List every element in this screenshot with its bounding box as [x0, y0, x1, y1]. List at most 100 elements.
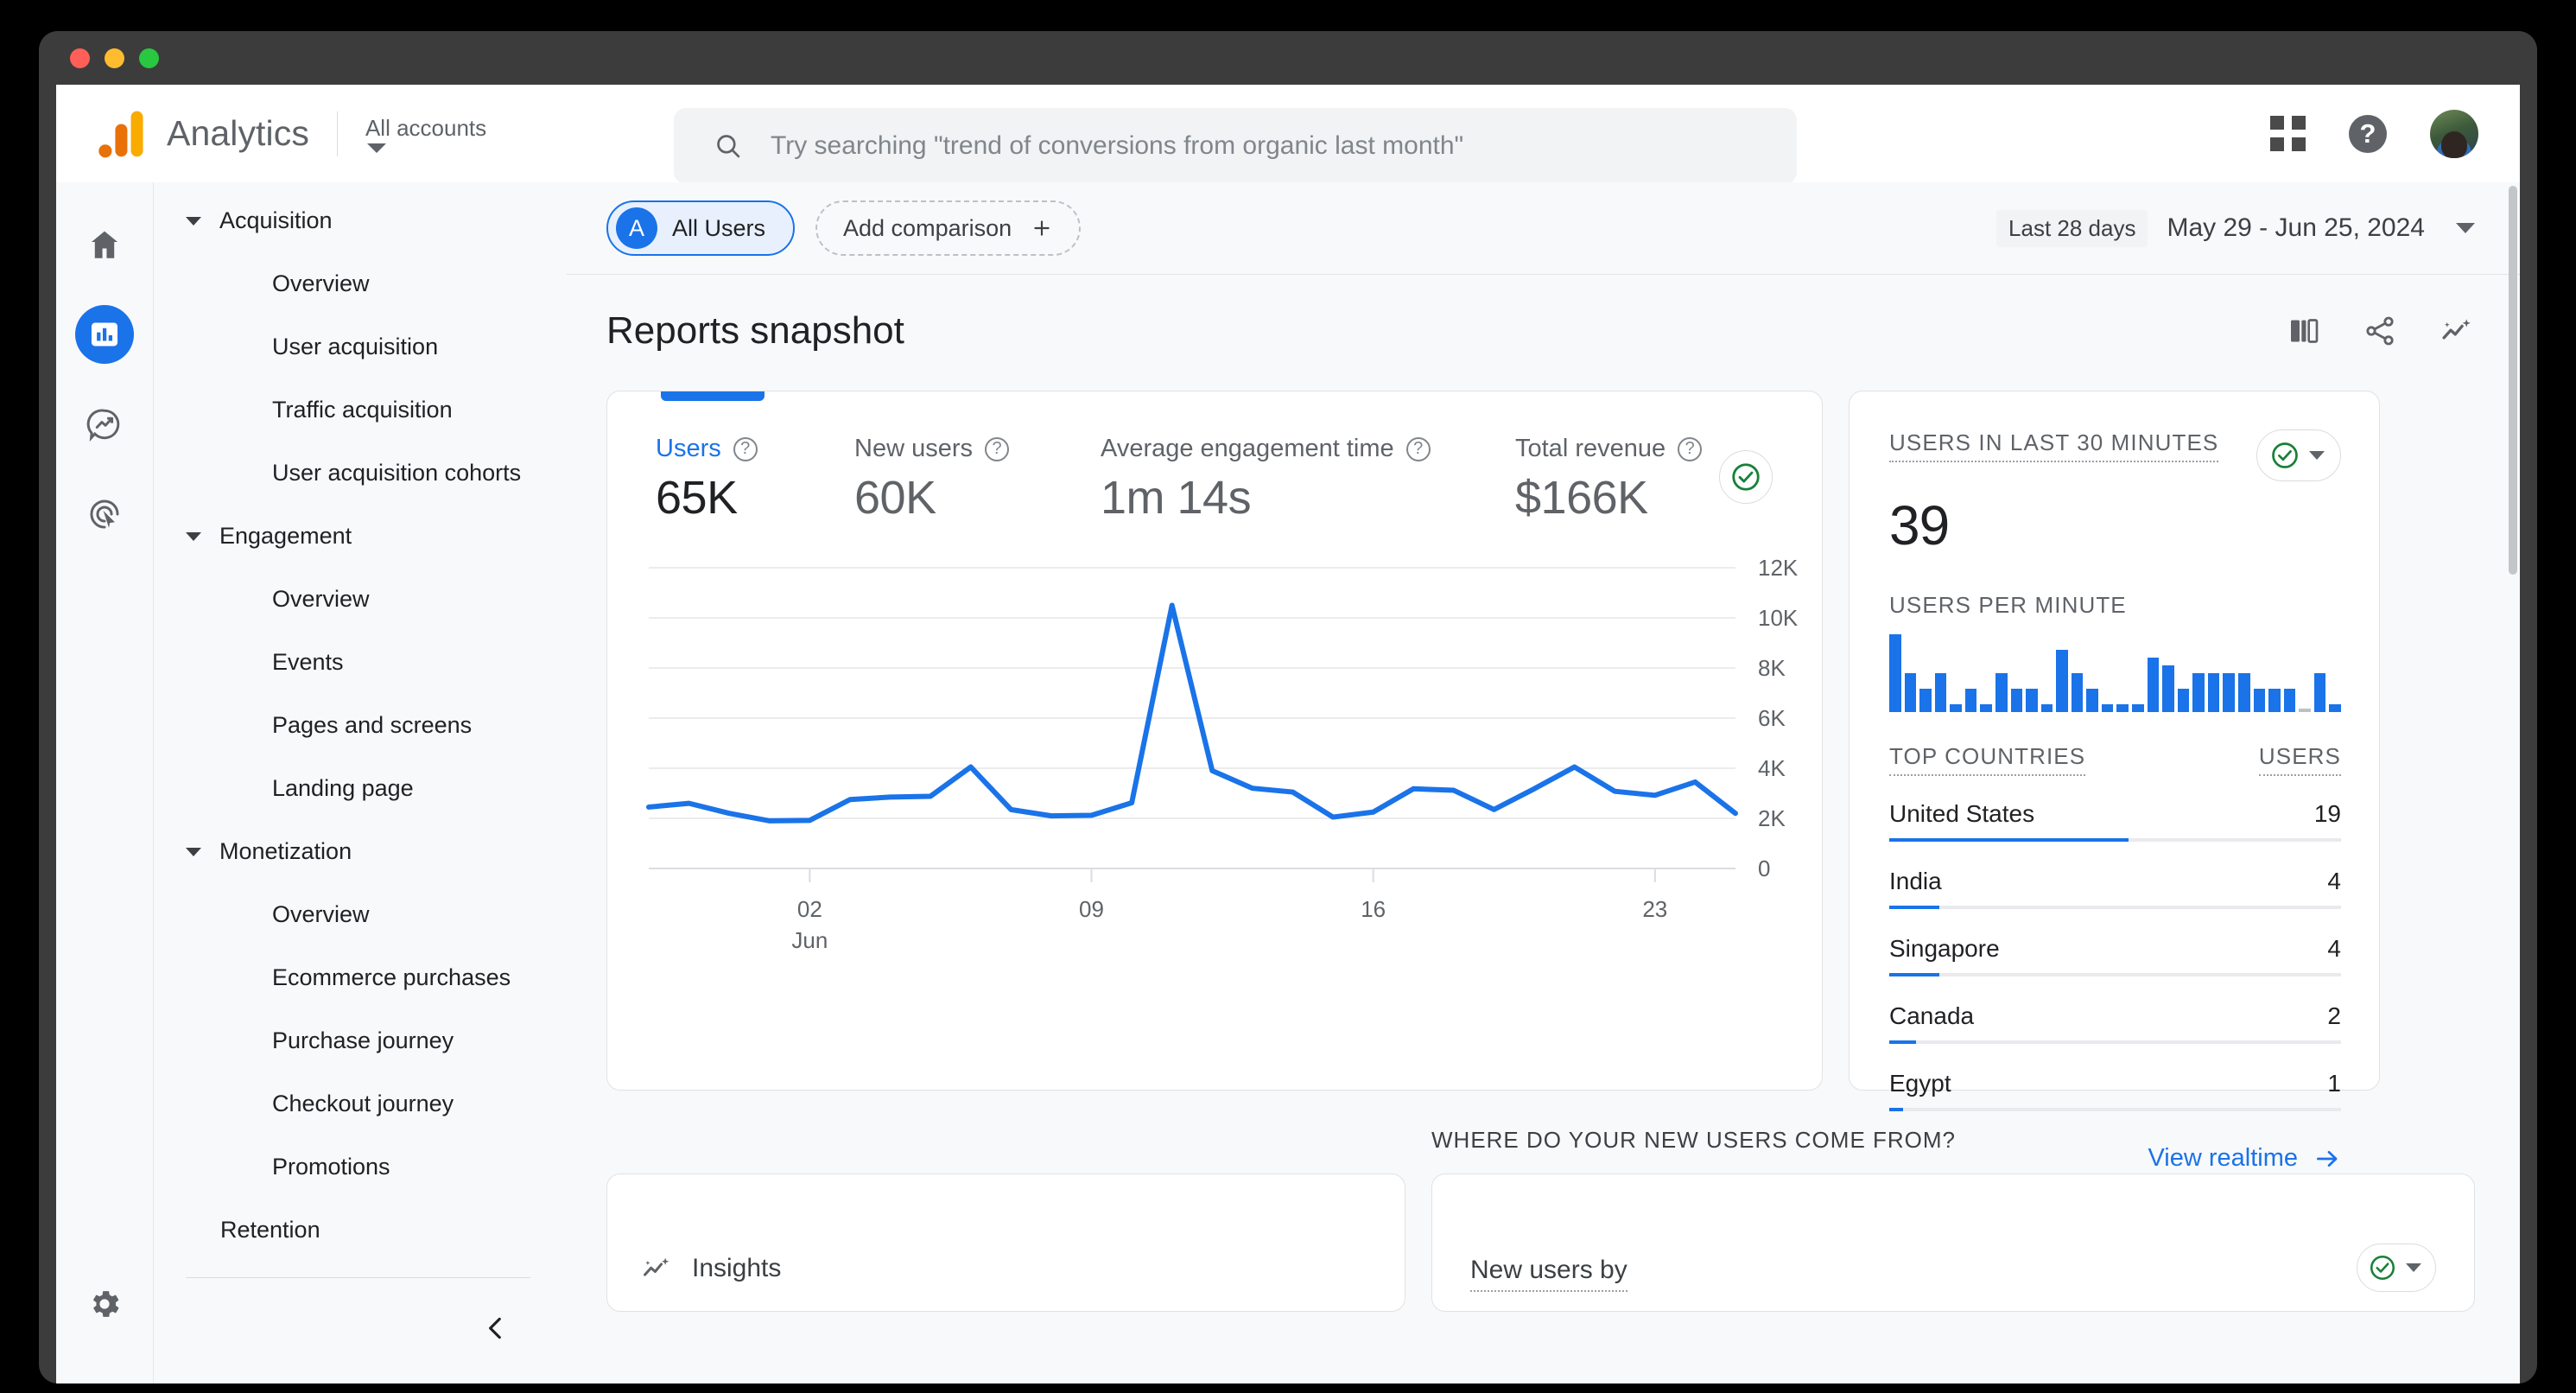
metric-total-revenue[interactable]: Total revenue ? $166K — [1515, 435, 1703, 525]
help-circle-icon[interactable]: ? — [1678, 436, 1703, 461]
icon-rail — [56, 182, 154, 1383]
chart-xtick-month-label: Jun — [791, 927, 828, 953]
avatar[interactable] — [2430, 109, 2478, 158]
sidebar-item-settings[interactable] — [75, 1275, 134, 1333]
sidebar-item-promotions[interactable]: Promotions — [154, 1135, 567, 1199]
sidebar-item-acquisition-overview[interactable]: Overview — [154, 252, 567, 315]
metric-label: Total revenue — [1515, 435, 1666, 462]
country-name: Canada — [1889, 1002, 1975, 1029]
sidebar-item-home[interactable] — [75, 215, 134, 274]
browser-window: Analytics All accounts Try searching "tr… — [39, 31, 2537, 1383]
nav-group-label: Engagement — [219, 523, 352, 549]
new-users-card[interactable]: New users by — [1431, 1174, 2475, 1312]
users-per-minute-bar — [2040, 704, 2053, 712]
add-comparison-button[interactable]: Add comparison — [815, 200, 1082, 256]
table-row[interactable]: India 4 — [1889, 856, 2341, 923]
nav-collapse-button[interactable] — [473, 1306, 518, 1351]
search-input[interactable] — [771, 131, 1721, 161]
sidebar-item-pages-and-screens[interactable]: Pages and screens — [154, 694, 567, 757]
search-bar[interactable] — [674, 108, 1797, 184]
insights-sparkle-icon[interactable] — [2439, 313, 2475, 349]
insights-column: Insights — [606, 1127, 1405, 1312]
realtime-users-label: USERS IN LAST 30 MINUTES — [1889, 429, 2219, 462]
chart-ytick-label: 6K — [1758, 705, 1786, 731]
help-circle-icon[interactable]: ? — [985, 436, 1009, 461]
help-circle-icon[interactable]: ? — [1405, 436, 1431, 461]
country-bar-track — [1889, 1108, 2341, 1111]
insights-sparkle-icon — [644, 1257, 669, 1276]
table-row[interactable]: Egypt 1 — [1889, 1058, 2341, 1125]
table-row-line: Egypt 1 — [1889, 1070, 2341, 1097]
sidebar-item-traffic-acquisition[interactable]: Traffic acquisition — [154, 378, 567, 442]
report-toolbar: A All Users Add comparison Last 28 days — [567, 182, 2520, 275]
main-scrollbar[interactable] — [2506, 182, 2520, 1383]
page-actions — [2287, 313, 2475, 349]
table-row[interactable]: Singapore 4 — [1889, 923, 2341, 990]
metric-average-engagement-time[interactable]: Average engagement time ? 1m 14s — [1101, 435, 1515, 525]
zoom-window-button[interactable] — [139, 48, 159, 68]
date-range-badge: Last 28 days — [1996, 209, 2148, 247]
search-icon — [717, 135, 740, 158]
app-title: Analytics — [167, 113, 309, 153]
new-users-row: New users by — [1470, 1244, 2436, 1292]
add-comparison-label: Add comparison — [843, 214, 1012, 241]
chevron-down-icon — [366, 143, 386, 153]
sidebar-item-advertising[interactable] — [75, 485, 134, 544]
table-row[interactable]: United States 19 — [1889, 788, 2341, 856]
share-icon[interactable] — [2363, 314, 2397, 348]
help-icon[interactable]: ? — [2349, 114, 2387, 153]
chart-xtick-label: 09 — [1079, 896, 1104, 922]
insights-label: Insights — [692, 1254, 782, 1282]
sidebar-item-user-acquisition-cohorts[interactable]: User acquisition cohorts — [154, 442, 567, 505]
metric-users[interactable]: Users ? 65K — [656, 435, 854, 525]
nav-group-label: Acquisition — [219, 207, 333, 233]
sidebar-item-explore[interactable] — [75, 395, 134, 454]
table-row-line: India 4 — [1889, 868, 2341, 895]
new-users-status-badge[interactable] — [2357, 1244, 2436, 1292]
close-window-button[interactable] — [70, 48, 90, 68]
users-per-minute-bar — [2313, 673, 2326, 712]
split-view-icon[interactable] — [2287, 314, 2321, 348]
sidebar-item-reports[interactable] — [75, 305, 134, 364]
chart-ytick-label: 4K — [1758, 755, 1786, 781]
realtime-users-value: 39 — [1889, 494, 1950, 557]
nav-group-engagement[interactable]: Engagement — [154, 505, 567, 568]
country-bar-fill — [1889, 838, 2129, 842]
nav-group-retention[interactable]: Retention — [154, 1199, 567, 1262]
table-row[interactable]: Canada 2 — [1889, 990, 2341, 1058]
account-picker[interactable]: All accounts — [365, 115, 486, 153]
sidebar-item-engagement-overview[interactable]: Overview — [154, 568, 567, 631]
nav-group-acquisition[interactable]: Acquisition — [154, 189, 567, 252]
view-realtime-link[interactable]: View realtime — [1889, 1144, 2341, 1173]
minimize-window-button[interactable] — [105, 48, 124, 68]
users-line-chart[interactable]: 0 2K 4K 6K 8K 10K 12K 02 Jun 09 16 23 — [607, 556, 1822, 979]
users-per-minute-bar — [2299, 709, 2311, 712]
users-per-minute-bar — [2329, 704, 2341, 712]
metric-new-users[interactable]: New users ? 60K — [854, 435, 1101, 525]
nav-group-monetization[interactable]: Monetization — [154, 820, 567, 883]
sidebar-item-events[interactable]: Events — [154, 631, 567, 694]
sidebar-item-purchase-journey[interactable]: Purchase journey — [154, 1009, 567, 1072]
help-circle-icon[interactable]: ? — [733, 436, 758, 461]
country-name: Singapore — [1889, 935, 2000, 962]
view-realtime-label: View realtime — [2148, 1144, 2298, 1172]
realtime-status-badge[interactable] — [2256, 429, 2341, 481]
sidebar-item-monetization-overview[interactable]: Overview — [154, 883, 567, 946]
users-per-minute-chart — [1889, 634, 2341, 712]
data-quality-status-badge[interactable] — [1719, 450, 1773, 504]
nav-divider — [186, 1277, 530, 1278]
country-bar-fill — [1889, 1040, 1917, 1044]
date-range-picker[interactable]: Last 28 days May 29 - Jun 25, 2024 — [1996, 209, 2475, 247]
overview-card: Users ? 65K New users ? 60K Average enga… — [606, 391, 1823, 1091]
insights-card[interactable]: Insights — [606, 1174, 1405, 1312]
sidebar-item-checkout-journey[interactable]: Checkout journey — [154, 1072, 567, 1135]
all-users-chip[interactable]: A All Users — [606, 200, 796, 256]
realtime-header: USERS IN LAST 30 MINUTES — [1889, 429, 2341, 481]
sidebar-item-landing-page[interactable]: Landing page — [154, 757, 567, 820]
apps-grid-icon[interactable] — [2270, 116, 2306, 151]
scrollbar-thumb[interactable] — [2509, 186, 2517, 575]
sidebar-item-ecommerce-purchases[interactable]: Ecommerce purchases — [154, 946, 567, 1009]
sidebar-item-user-acquisition[interactable]: User acquisition — [154, 315, 567, 378]
chart-svg: 0 2K 4K 6K 8K 10K 12K 02 Jun 09 16 23 — [646, 556, 1799, 953]
users-per-minute-bar — [1995, 673, 2008, 712]
